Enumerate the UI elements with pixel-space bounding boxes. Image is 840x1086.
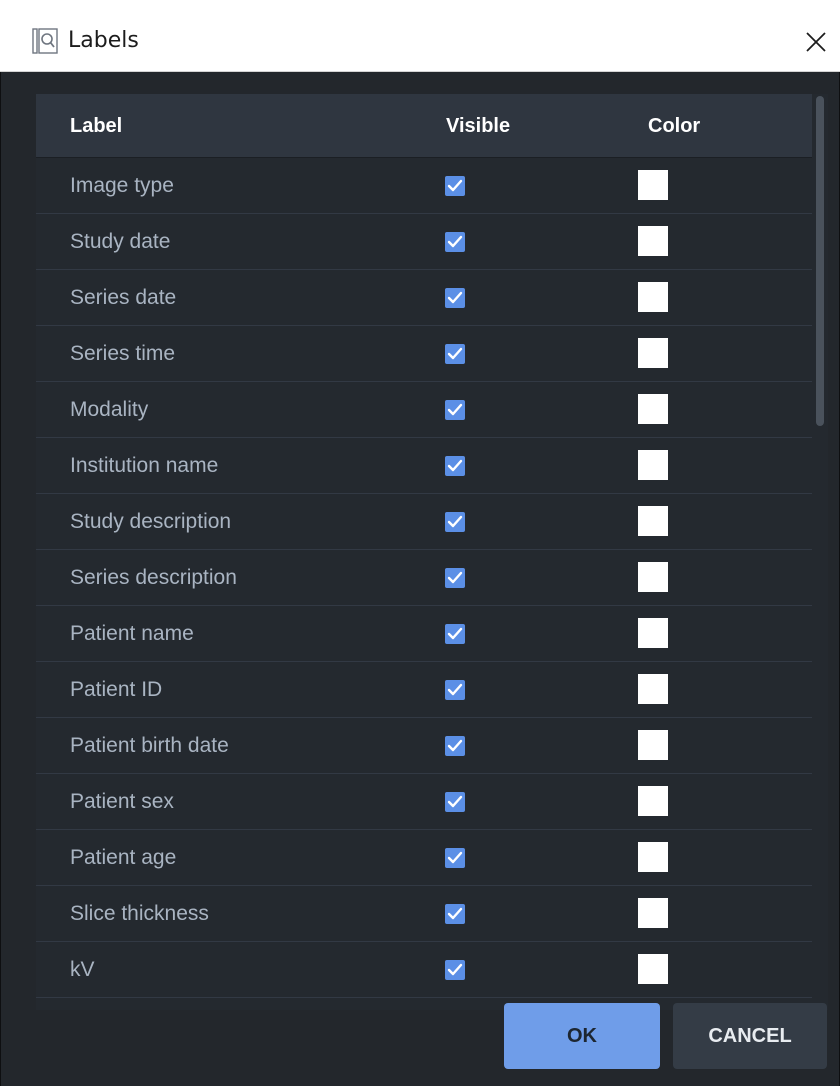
row-label: Study description: [70, 510, 232, 533]
color-swatch[interactable]: [638, 562, 668, 592]
table-row[interactable]: Patient name: [36, 606, 812, 662]
row-label: Slice thickness: [70, 902, 209, 925]
row-label: Patient name: [70, 622, 194, 645]
visible-checkbox[interactable]: [445, 512, 465, 532]
color-swatch[interactable]: [638, 954, 668, 984]
color-swatch[interactable]: [638, 898, 668, 928]
color-swatch[interactable]: [638, 786, 668, 816]
row-label: Study date: [70, 230, 171, 253]
title-bar: Labels: [0, 0, 840, 72]
row-label: Modality: [70, 398, 149, 421]
visible-checkbox[interactable]: [445, 232, 465, 252]
table-row[interactable]: kV: [36, 942, 812, 998]
checkmark-icon: [447, 571, 463, 584]
column-header-color[interactable]: Color: [648, 94, 700, 158]
table-body: Image type Study date Series date Series ti…: [36, 158, 812, 998]
table-row[interactable]: Series time: [36, 326, 812, 382]
column-header-visible[interactable]: Visible: [446, 94, 510, 158]
checkmark-icon: [447, 963, 463, 976]
checkmark-icon: [447, 851, 463, 864]
table-row[interactable]: Patient age: [36, 830, 812, 886]
visible-checkbox[interactable]: [445, 904, 465, 924]
close-button[interactable]: [796, 22, 836, 62]
row-label: Patient sex: [70, 790, 174, 813]
close-icon: [806, 32, 826, 52]
visible-checkbox[interactable]: [445, 848, 465, 868]
row-label: Patient age: [70, 846, 177, 869]
table-row[interactable]: Series date: [36, 270, 812, 326]
checkmark-icon: [447, 291, 463, 304]
color-swatch[interactable]: [638, 170, 668, 200]
window-title: Labels: [68, 28, 139, 53]
dicom-viewer-icon: [32, 28, 58, 54]
color-swatch[interactable]: [638, 226, 668, 256]
checkmark-icon: [447, 403, 463, 416]
visible-checkbox[interactable]: [445, 288, 465, 308]
checkmark-icon: [447, 235, 463, 248]
visible-checkbox[interactable]: [445, 736, 465, 756]
checkmark-icon: [447, 795, 463, 808]
color-swatch[interactable]: [638, 674, 668, 704]
visible-checkbox[interactable]: [445, 792, 465, 812]
checkmark-icon: [447, 907, 463, 920]
cancel-button[interactable]: CANCEL: [673, 1003, 827, 1069]
row-label: Patient birth date: [70, 734, 229, 757]
table-row[interactable]: Slice thickness: [36, 886, 812, 942]
visible-checkbox[interactable]: [445, 568, 465, 588]
visible-checkbox[interactable]: [445, 624, 465, 644]
row-label: Series date: [70, 286, 177, 309]
column-header-label[interactable]: Label: [70, 94, 122, 158]
checkmark-icon: [447, 515, 463, 528]
table-row[interactable]: Patient sex: [36, 774, 812, 830]
dialog-body: Label Visible Color Image type Study date…: [0, 72, 840, 1086]
color-swatch[interactable]: [638, 618, 668, 648]
table-row[interactable]: Series description: [36, 550, 812, 606]
color-swatch[interactable]: [638, 730, 668, 760]
color-swatch[interactable]: [638, 842, 668, 872]
table-row[interactable]: Modality: [36, 382, 812, 438]
checkmark-icon: [447, 347, 463, 360]
visible-checkbox[interactable]: [445, 456, 465, 476]
visible-checkbox[interactable]: [445, 176, 465, 196]
scrollbar-thumb[interactable]: [816, 96, 824, 426]
checkmark-icon: [447, 683, 463, 696]
row-label: Series description: [70, 566, 237, 589]
visible-checkbox[interactable]: [445, 344, 465, 364]
row-label: Patient ID: [70, 678, 163, 701]
color-swatch[interactable]: [638, 506, 668, 536]
visible-checkbox[interactable]: [445, 400, 465, 420]
row-label: Series time: [70, 342, 176, 365]
row-label: Institution name: [70, 454, 219, 477]
table-row[interactable]: Image type: [36, 158, 812, 214]
row-label: Image type: [70, 174, 174, 197]
color-swatch[interactable]: [638, 394, 668, 424]
checkmark-icon: [447, 627, 463, 640]
table-row[interactable]: Patient ID: [36, 662, 812, 718]
labels-table: Label Visible Color Image type Study date…: [36, 94, 828, 1010]
vertical-scrollbar[interactable]: [812, 94, 828, 1010]
checkmark-icon: [447, 739, 463, 752]
checkmark-icon: [447, 459, 463, 472]
row-label: kV: [70, 958, 95, 981]
table-row[interactable]: Study date: [36, 214, 812, 270]
checkmark-icon: [447, 179, 463, 192]
color-swatch[interactable]: [638, 282, 668, 312]
visible-checkbox[interactable]: [445, 960, 465, 980]
color-swatch[interactable]: [638, 338, 668, 368]
ok-button[interactable]: OK: [504, 1003, 660, 1069]
visible-checkbox[interactable]: [445, 680, 465, 700]
table-row[interactable]: Institution name: [36, 438, 812, 494]
table-row[interactable]: Patient birth date: [36, 718, 812, 774]
color-swatch[interactable]: [638, 450, 668, 480]
table-header: Label Visible Color: [36, 94, 812, 158]
table-row[interactable]: Study description: [36, 494, 812, 550]
